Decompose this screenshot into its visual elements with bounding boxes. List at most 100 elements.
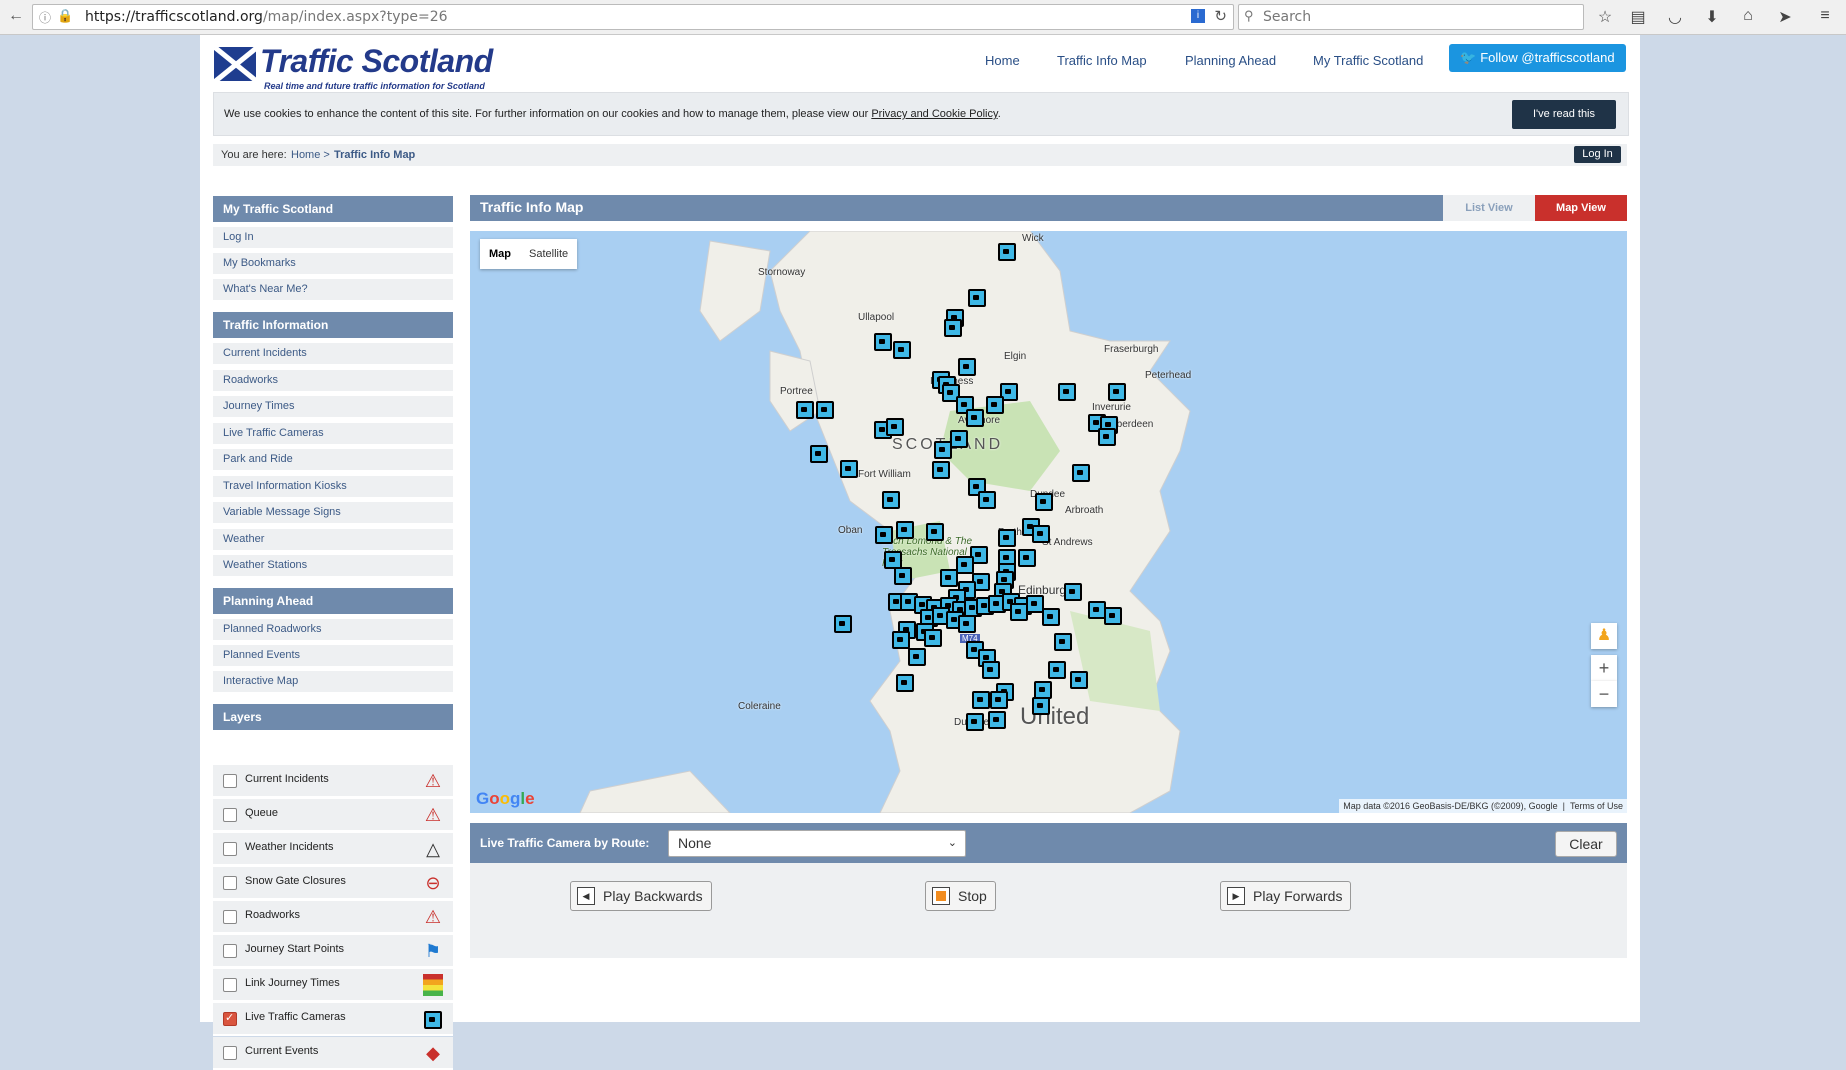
nav-my-traffic-scotland[interactable]: My Traffic Scotland	[1313, 53, 1423, 68]
camera-marker[interactable]	[1104, 607, 1122, 625]
pocket-icon[interactable]: ◡	[1665, 7, 1685, 27]
camera-marker[interactable]	[816, 401, 834, 419]
layer-live-traffic-cameras[interactable]: Live Traffic Cameras	[213, 1003, 453, 1036]
camera-marker[interactable]	[988, 711, 1006, 729]
camera-marker[interactable]	[958, 358, 976, 376]
camera-marker[interactable]	[875, 526, 893, 544]
home-icon[interactable]: ⌂	[1738, 7, 1758, 27]
nav-planning-ahead[interactable]: Planning Ahead	[1185, 53, 1276, 68]
camera-marker[interactable]	[966, 713, 984, 731]
sidebar-item-planned-roadworks[interactable]: Planned Roadworks	[213, 619, 453, 640]
camera-marker[interactable]	[982, 661, 1000, 679]
follow-twitter-button[interactable]: 🐦 Follow @trafficscotland	[1449, 44, 1626, 72]
layer-checkbox[interactable]	[223, 978, 237, 992]
privacy-policy-link[interactable]: Privacy and Cookie Policy	[871, 108, 997, 120]
camera-marker[interactable]	[966, 409, 984, 427]
layer-checkbox[interactable]	[223, 774, 237, 788]
sidebar-item-live-traffic-cameras[interactable]: Live Traffic Cameras	[213, 423, 453, 444]
menu-icon[interactable]: ≡	[1815, 7, 1835, 27]
bookmark-star-icon[interactable]: ☆	[1595, 7, 1615, 27]
camera-marker[interactable]	[926, 523, 944, 541]
camera-marker[interactable]	[1108, 383, 1126, 401]
sidebar-item-weather[interactable]: Weather	[213, 529, 453, 550]
clear-button[interactable]: Clear	[1555, 831, 1617, 857]
breadcrumb-home[interactable]: Home >	[291, 149, 330, 161]
sidebar-item-park-and-ride[interactable]: Park and Ride	[213, 449, 453, 470]
layer-link-journey-times[interactable]: Link Journey Times	[213, 969, 453, 1002]
camera-marker[interactable]	[840, 460, 858, 478]
play-backwards-button[interactable]: ◀ Play Backwards	[570, 881, 712, 911]
sidebar-item-variable-message-signs[interactable]: Variable Message Signs	[213, 502, 453, 523]
layer-checkbox[interactable]	[223, 1046, 237, 1060]
camera-marker[interactable]	[886, 418, 904, 436]
camera-marker[interactable]	[894, 567, 912, 585]
camera-marker[interactable]	[944, 319, 962, 337]
map-view-tab[interactable]: Map View	[1535, 195, 1627, 221]
site-logo[interactable]: Traffic Scotland Real time and future tr…	[214, 43, 534, 91]
sidebar-item-roadworks[interactable]: Roadworks	[213, 370, 453, 391]
camera-marker[interactable]	[796, 401, 814, 419]
reader-icon[interactable]: i	[1191, 9, 1205, 23]
camera-marker[interactable]	[874, 333, 892, 351]
sidebar-item-interactive-map[interactable]: Interactive Map	[213, 671, 453, 692]
camera-marker[interactable]	[968, 289, 986, 307]
camera-marker[interactable]	[1032, 697, 1050, 715]
camera-marker[interactable]	[882, 491, 900, 509]
camera-marker[interactable]	[950, 430, 968, 448]
camera-marker[interactable]	[1010, 603, 1028, 621]
camera-marker[interactable]	[1018, 549, 1036, 567]
sidebar-item-weather-stations[interactable]: Weather Stations	[213, 555, 453, 576]
camera-marker[interactable]	[1035, 493, 1053, 511]
layer-current-incidents[interactable]: Current Incidents ⚠	[213, 765, 453, 798]
layer-current-events[interactable]: Current Events ◆	[213, 1037, 453, 1070]
reading-list-icon[interactable]: ▤	[1628, 7, 1648, 27]
play-forwards-button[interactable]: ▶ Play Forwards	[1220, 881, 1352, 911]
sidebar-item-log-in[interactable]: Log In	[213, 227, 453, 248]
layer-queue[interactable]: Queue ⚠	[213, 799, 453, 832]
camera-marker[interactable]	[978, 491, 996, 509]
camera-marker[interactable]	[892, 631, 910, 649]
reload-icon[interactable]: ↻	[1214, 7, 1227, 25]
camera-marker[interactable]	[986, 396, 1004, 414]
camera-marker[interactable]	[924, 629, 942, 647]
camera-marker[interactable]	[998, 529, 1016, 547]
layer-checkbox[interactable]	[223, 808, 237, 822]
address-bar[interactable]: ⓘ 🔒 https://trafficscotland.org/map/inde…	[32, 4, 1234, 30]
zoom-out-button[interactable]: −	[1591, 681, 1617, 707]
traffic-map[interactable]: Map Satellite Wick Stornoway Ullapool Fra…	[470, 231, 1627, 813]
camera-marker[interactable]	[1064, 583, 1082, 601]
street-view-pegman-icon[interactable]: ♟	[1591, 623, 1617, 649]
stop-button[interactable]: Stop	[925, 881, 996, 911]
camera-marker[interactable]	[932, 461, 950, 479]
camera-marker[interactable]	[834, 615, 852, 633]
sidebar-item-whats-near-me[interactable]: What's Near Me?	[213, 279, 453, 300]
camera-marker[interactable]	[908, 648, 926, 666]
camera-marker[interactable]	[1098, 428, 1116, 446]
layer-snow-gate-closures[interactable]: Snow Gate Closures ⊖	[213, 867, 453, 900]
sidebar-item-current-incidents[interactable]: Current Incidents	[213, 343, 453, 364]
terms-of-use-link[interactable]: Terms of Use	[1570, 801, 1623, 811]
map-type-map[interactable]: Map	[480, 239, 520, 269]
camera-marker[interactable]	[934, 441, 952, 459]
camera-marker[interactable]	[1058, 383, 1076, 401]
camera-marker[interactable]	[956, 556, 974, 574]
map-type-toggle[interactable]: Map Satellite	[480, 239, 578, 269]
camera-marker[interactable]	[958, 615, 976, 633]
camera-marker[interactable]	[1072, 464, 1090, 482]
layer-journey-start-points[interactable]: Journey Start Points ⚑	[213, 935, 453, 968]
info-icon[interactable]: ⓘ	[39, 9, 51, 26]
route-select[interactable]: None ⌄	[668, 830, 966, 857]
sidebar-item-my-bookmarks[interactable]: My Bookmarks	[213, 253, 453, 274]
list-view-tab[interactable]: List View	[1443, 195, 1535, 221]
layer-roadworks[interactable]: Roadworks ⚠	[213, 901, 453, 934]
camera-marker[interactable]	[990, 691, 1008, 709]
cookie-accept-button[interactable]: I've read this	[1512, 100, 1616, 129]
layer-checkbox[interactable]	[223, 1011, 237, 1026]
layer-weather-incidents[interactable]: Weather Incidents △	[213, 833, 453, 866]
camera-marker[interactable]	[810, 445, 828, 463]
camera-marker[interactable]	[1032, 525, 1050, 543]
zoom-in-button[interactable]: +	[1591, 655, 1617, 681]
camera-marker[interactable]	[896, 674, 914, 692]
map-type-satellite[interactable]: Satellite	[520, 239, 577, 269]
camera-marker[interactable]	[972, 691, 990, 709]
